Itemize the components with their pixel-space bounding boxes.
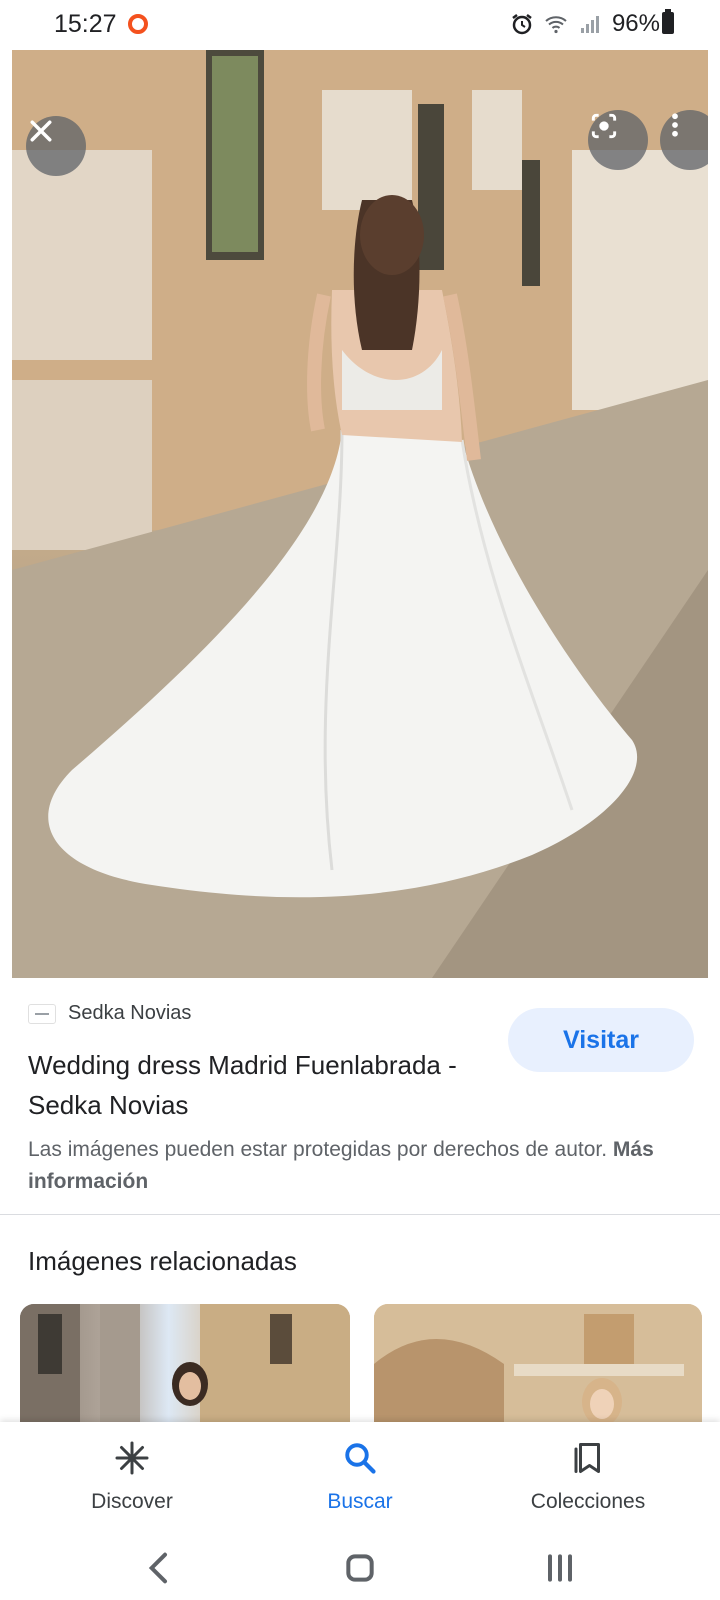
related-image-2: [374, 1304, 702, 1422]
nav-label-discover: Discover: [91, 1490, 173, 1513]
divider: [0, 1214, 720, 1215]
related-image-thumbnail[interactable]: [374, 1304, 702, 1422]
nav-label-buscar: Buscar: [327, 1490, 393, 1513]
close-icon: [30, 120, 52, 142]
source-row[interactable]: Sedka Novias: [28, 1002, 191, 1025]
battery-icon: [662, 9, 674, 34]
source-name: Sedka Novias: [68, 1002, 192, 1024]
system-navigation-bar: [0, 1534, 720, 1600]
lens-icon: [591, 113, 617, 139]
close-button[interactable]: [26, 116, 86, 176]
nav-item-discover[interactable]: Discover: [32, 1440, 232, 1514]
visit-button[interactable]: Visitar: [508, 1008, 694, 1072]
lens-search-button[interactable]: [588, 110, 648, 170]
status-time: 15:27: [54, 10, 117, 38]
status-bar: 15:27 96%: [0, 0, 720, 50]
nav-label-colecciones: Colecciones: [530, 1490, 646, 1513]
battery-percent: 96%: [611, 10, 660, 37]
copyright-notice: Las imágenes pueden estar protegidas por…: [28, 1134, 668, 1198]
bottom-navigation: Discover Buscar Colecciones: [0, 1422, 720, 1534]
home-icon[interactable]: [340, 1548, 380, 1588]
related-image-1: [20, 1304, 350, 1422]
signal-icon: [580, 16, 599, 33]
copyright-notice-text: Las imágenes pueden estar protegidas por…: [28, 1138, 608, 1161]
collections-icon: [574, 1443, 600, 1473]
more-vert-icon: [672, 113, 678, 137]
result-title[interactable]: Wedding dress Madrid Fuenlabrada - Sedka…: [28, 1045, 498, 1125]
nav-item-buscar[interactable]: Buscar: [260, 1440, 460, 1514]
discover-icon: [115, 1441, 149, 1475]
source-favicon-icon: [28, 1003, 56, 1024]
back-icon[interactable]: [140, 1548, 180, 1588]
search-icon: [345, 1443, 376, 1474]
result-image[interactable]: [12, 50, 708, 978]
wifi-icon: [545, 16, 567, 34]
alarm-icon: [512, 14, 532, 35]
related-images-heading: Imágenes relacionadas: [28, 1246, 297, 1276]
related-image-thumbnail[interactable]: [20, 1304, 350, 1422]
status-icons: 96%: [510, 10, 660, 38]
nav-item-colecciones[interactable]: Colecciones: [488, 1440, 688, 1514]
recent-apps-icon[interactable]: [540, 1548, 580, 1588]
wedding-dress-photo: [12, 50, 708, 978]
notification-dot-icon: [128, 14, 148, 34]
